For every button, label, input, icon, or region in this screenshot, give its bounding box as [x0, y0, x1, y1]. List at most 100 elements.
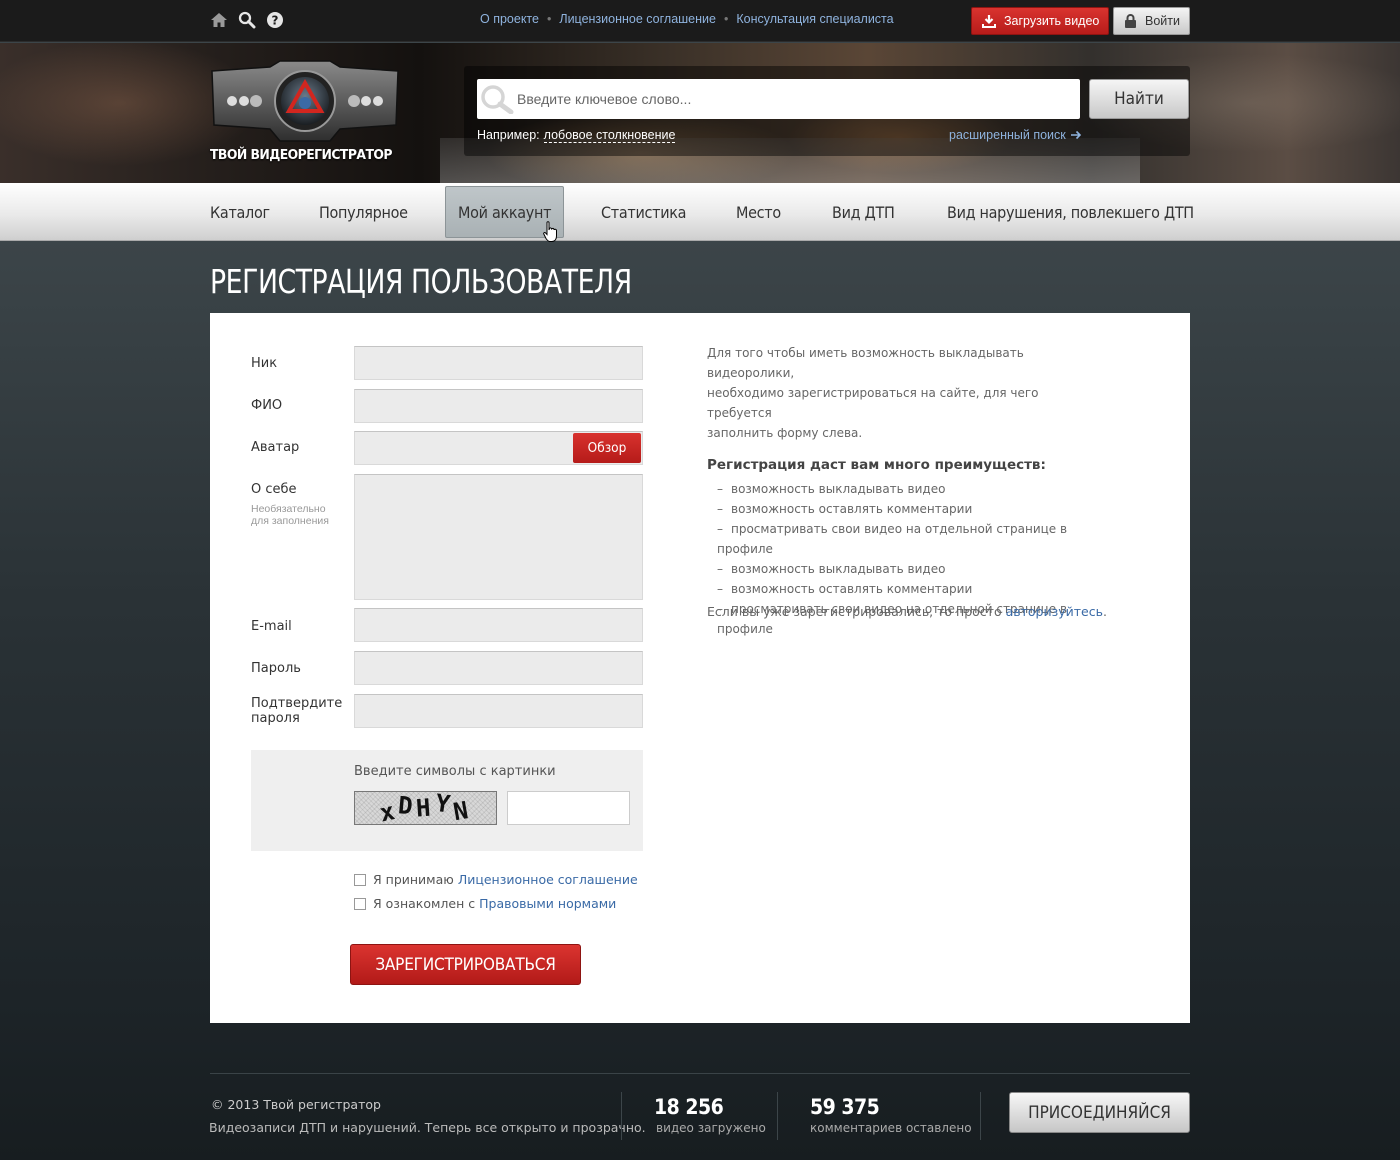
comments-count: 59 375 [810, 1095, 880, 1119]
about-hint-line-2: для заполнения [251, 515, 329, 527]
search-input[interactable] [517, 91, 1057, 107]
captcha-char: H [415, 793, 436, 823]
list-item: – возможность выкладывать видео [717, 562, 946, 576]
footer-tagline: Видеозаписи ДТП и нарушений. Теперь все … [209, 1120, 646, 1135]
email-label: E-mail [251, 619, 292, 634]
join-button[interactable]: ПРИСОЕДИНЯЙСЯ [1009, 1092, 1190, 1133]
footer-divider [210, 1073, 1190, 1074]
about-hint-line-1: Необязательно [251, 503, 326, 515]
top-link-about[interactable]: О проекте [480, 12, 539, 26]
top-bar: ? О проекте • Лицензионное соглашение • … [0, 0, 1400, 42]
search-icon [477, 79, 517, 119]
authorize-link[interactable]: авторизуйтесь [1006, 604, 1103, 619]
header: ТВОЙ ВИДЕОРЕГИСТРАТОР Найти Например:лоб… [0, 43, 1400, 183]
list-item-text: возможность выкладывать видео [731, 562, 946, 576]
list-item-text: возможность выкладывать видео [731, 482, 946, 496]
copyright: © 2013 Твой регистратор [211, 1097, 381, 1112]
site-logo[interactable]: ТВОЙ ВИДЕОРЕГИСТРАТОР [210, 59, 400, 171]
login-hint: Если вы уже зарегистрировались, то прост… [707, 604, 1107, 619]
videos-count: 18 256 [654, 1095, 724, 1119]
accept-rules-row: Я ознакомлен с Правовыми нормами [354, 896, 616, 911]
separator: • [723, 12, 729, 26]
main-nav: Каталог Популярное Мой аккаунт Статистик… [0, 183, 1400, 241]
find-button[interactable]: Найти [1089, 79, 1189, 119]
advanced-search-link[interactable]: расширенный поиск [949, 128, 1082, 142]
nick-input[interactable] [355, 347, 642, 379]
accept-rules-checkbox[interactable] [354, 897, 366, 910]
nav-item-catalog[interactable]: Каталог [210, 186, 270, 238]
captcha-label: Введите символы с картинки [354, 764, 556, 779]
confirm-label-line-2: пароля [251, 711, 300, 726]
nav-item-popular[interactable]: Популярное [319, 186, 408, 238]
about-hint: Необязательно для заполнения [251, 503, 329, 527]
nav-item-statistics[interactable]: Статистика [601, 186, 686, 238]
footer-separator [980, 1092, 981, 1140]
confirm-label-line-1: Подтвердите [251, 696, 343, 711]
top-link-consult[interactable]: Консультация специалиста [736, 12, 893, 26]
nick-label: Ник [251, 356, 278, 371]
hand-cursor-icon [543, 221, 557, 242]
license-link[interactable]: Лицензионное соглашение [458, 872, 638, 887]
top-link-license[interactable]: Лицензионное соглашение [559, 12, 716, 26]
logo-emblem-icon [211, 60, 399, 142]
upload-video-button[interactable]: Загрузить видео [971, 7, 1109, 35]
about-label: О себе [251, 482, 297, 497]
accept-rules-text: Я ознакомлен с [373, 896, 476, 911]
registration-card: Ник ФИО Аватар Обзор О себе Необязательн… [210, 313, 1190, 1023]
example-link[interactable]: лобовое столкновение [543, 128, 676, 143]
info-intro: Для того чтобы иметь возможность выклады… [707, 343, 1097, 443]
accept-license-checkbox[interactable] [354, 873, 366, 886]
fio-input[interactable] [355, 390, 642, 422]
password-input[interactable] [355, 652, 642, 684]
info-intro-line: Для того чтобы иметь возможность выклады… [707, 346, 1024, 380]
upload-video-label: Загрузить видео [1004, 14, 1100, 28]
example-label: Например: [477, 128, 540, 142]
confirm-password-input[interactable] [355, 695, 642, 727]
captcha-field [507, 791, 630, 825]
nick-field [354, 346, 643, 380]
confirm-label: Подтвердите пароля [251, 696, 342, 726]
accept-license-row: Я принимаю Лицензионное соглашение [354, 872, 638, 887]
advanced-search-label: расширенный поиск [949, 128, 1066, 142]
login-hint-text: Если вы уже зарегистрировались, то прост… [707, 604, 1002, 619]
rules-link[interactable]: Правовыми нормами [479, 896, 616, 911]
download-icon [982, 15, 996, 28]
nav-item-accident-type[interactable]: Вид ДТП [832, 186, 895, 238]
login-button[interactable]: Войти [1113, 7, 1190, 35]
list-item: – возможность выкладывать видео [717, 482, 946, 496]
password-label: Пароль [251, 661, 301, 676]
period: . [1102, 604, 1107, 619]
footer-separator [621, 1092, 622, 1140]
browse-button[interactable]: Обзор [573, 433, 641, 463]
nav-item-place[interactable]: Место [736, 186, 781, 238]
about-field [354, 474, 643, 600]
password-field [354, 651, 643, 685]
confirm-password-field [354, 694, 643, 728]
list-item-text: возможность оставлять комментарии [731, 502, 973, 516]
avatar-field[interactable]: Обзор [354, 431, 643, 465]
help-icon[interactable]: ? [266, 10, 284, 30]
search-icon[interactable] [238, 10, 256, 30]
fio-field [354, 389, 643, 423]
register-button[interactable]: ЗАРЕГИСТРИРОВАТЬСЯ [350, 944, 581, 985]
home-icon[interactable] [210, 10, 228, 30]
search-box [477, 79, 1080, 119]
list-item-text: просматривать свои видео на отдельной ст… [717, 522, 1068, 556]
captcha-input[interactable] [508, 792, 629, 824]
nav-item-violation-type[interactable]: Вид нарушения, повлекшего ДТП [947, 186, 1194, 238]
about-textarea[interactable] [355, 475, 642, 599]
email-input[interactable] [355, 609, 642, 641]
captcha-char: N [451, 795, 475, 827]
login-label: Войти [1145, 14, 1180, 28]
info-panel: Для того чтобы иметь возможность выклады… [707, 343, 1097, 639]
email-field [354, 608, 643, 642]
separator: • [546, 12, 552, 26]
fio-label: ФИО [251, 398, 283, 413]
videos-label: видео загружено [656, 1121, 766, 1135]
arrow-right-icon [1070, 130, 1081, 140]
benefits-title: Регистрация даст вам много преимуществ: [707, 457, 1046, 473]
comments-label: комментариев оставлено [810, 1121, 972, 1135]
info-intro-line: необходимо зарегистрироваться на сайте, … [707, 386, 1039, 420]
svg-text:?: ? [272, 14, 279, 28]
lock-icon [1125, 14, 1136, 28]
